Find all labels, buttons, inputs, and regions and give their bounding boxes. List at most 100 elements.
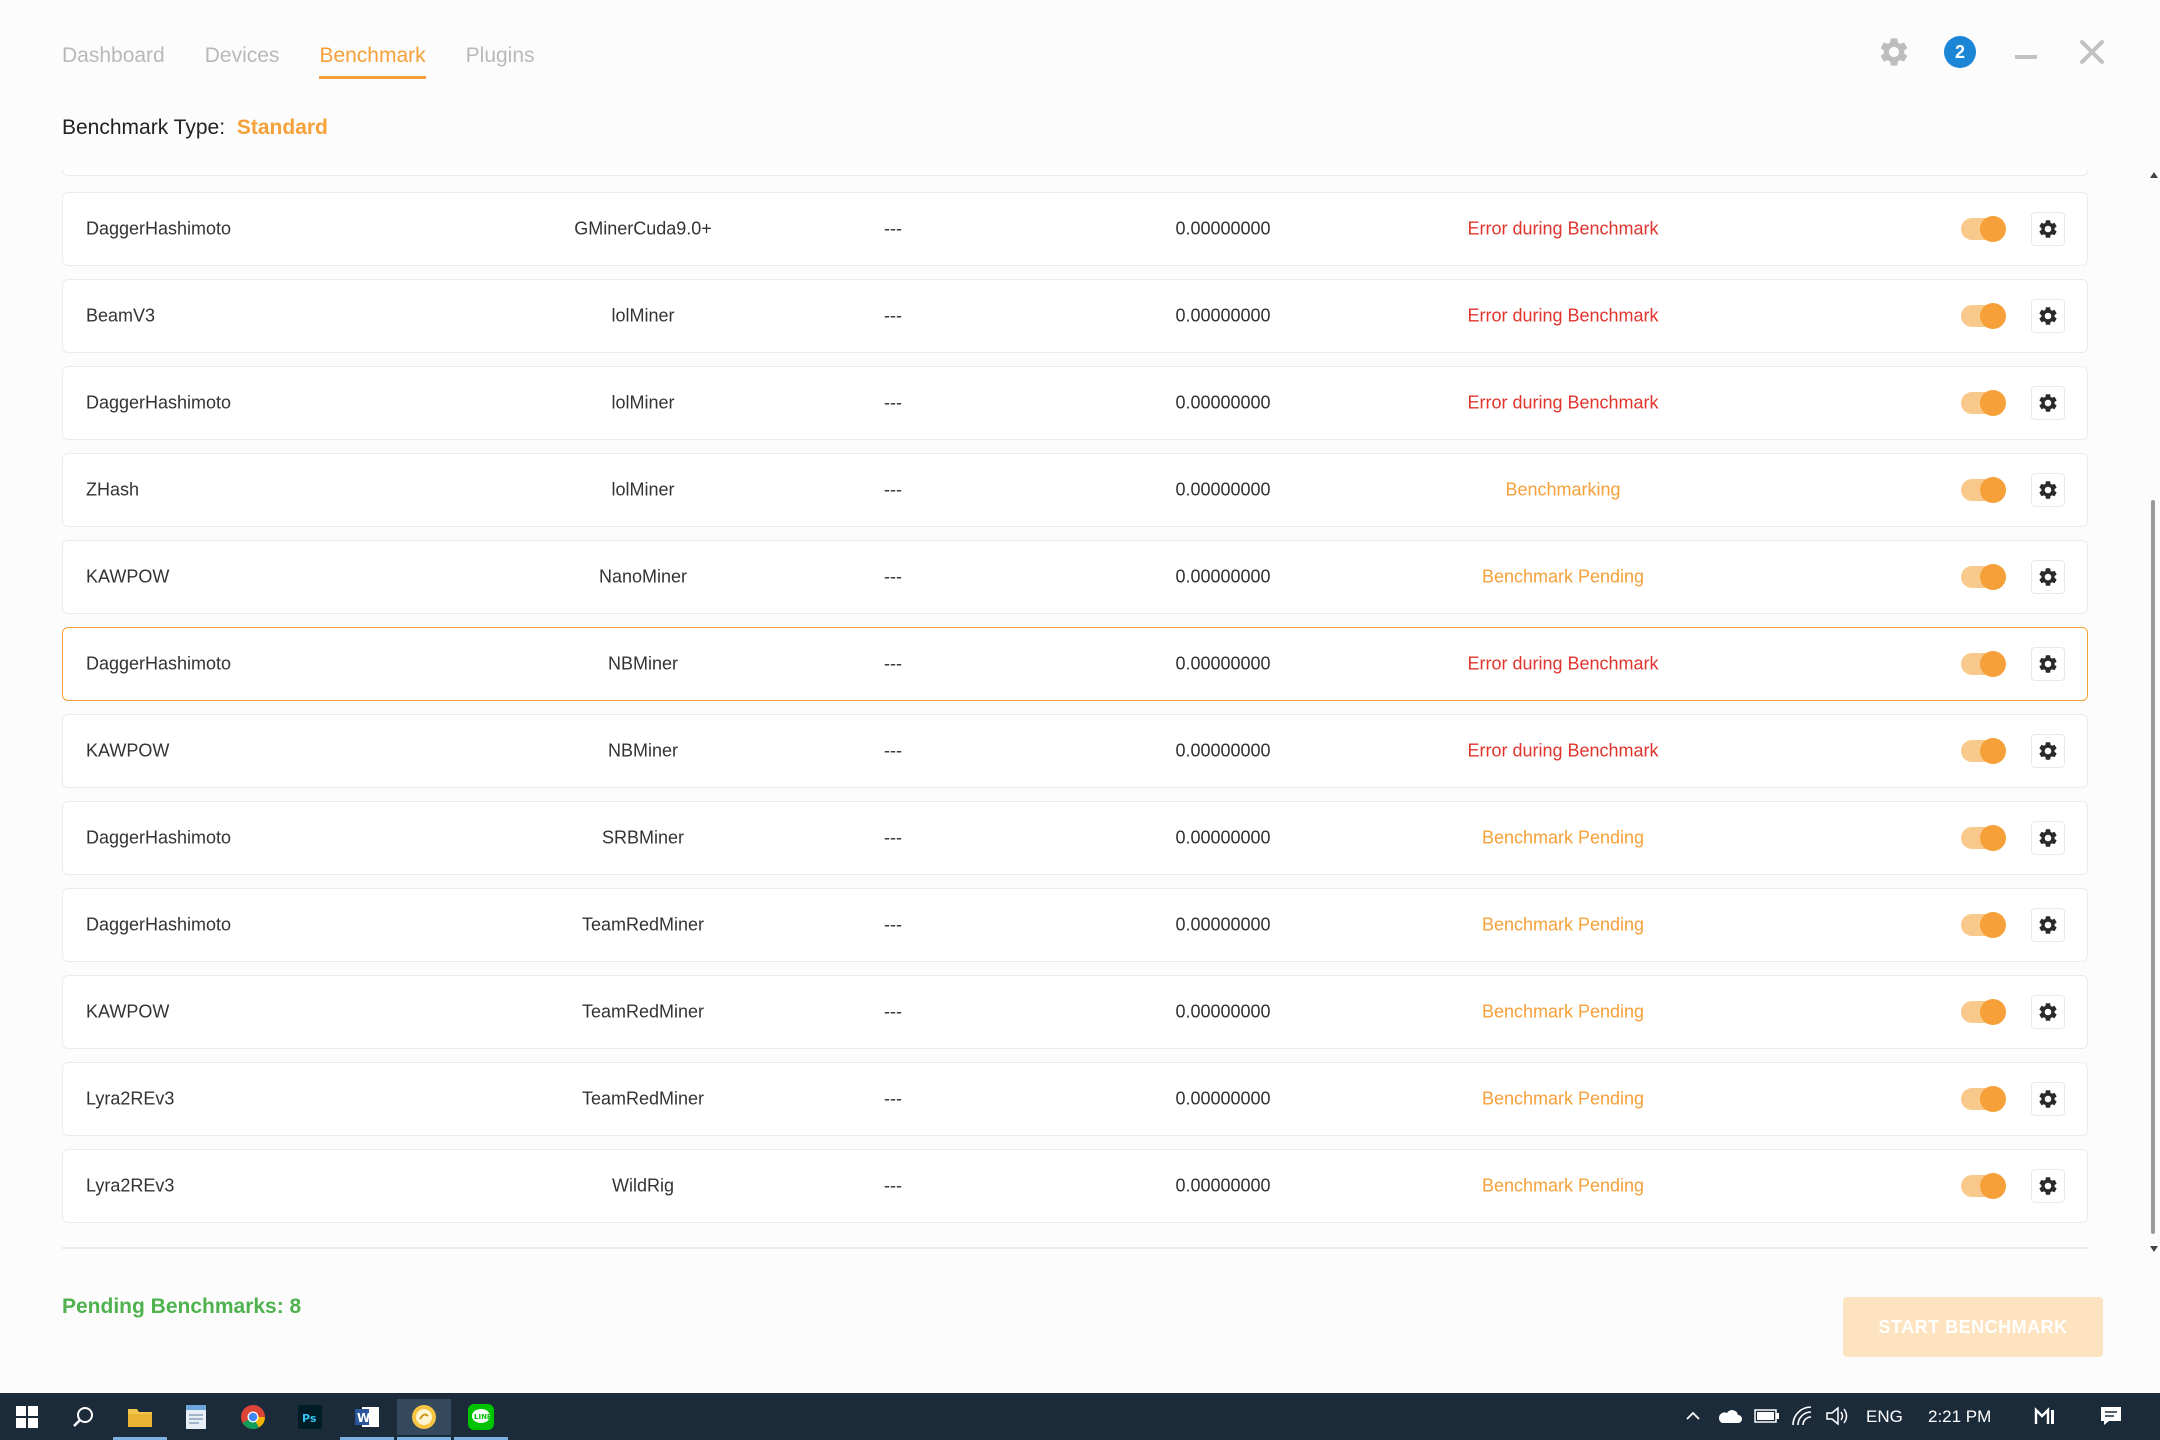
gear-icon: [2037, 566, 2059, 588]
table-row[interactable]: Lyra2REv3 WildRig --- 0.00000000 Benchmark P…: [62, 1149, 2088, 1223]
volume-icon[interactable]: [1824, 1403, 1850, 1429]
row-settings-button[interactable]: [2031, 1169, 2065, 1203]
notifications-button[interactable]: 2: [1940, 32, 1980, 72]
scroll-up-icon[interactable]: [2150, 172, 2158, 178]
taskbar-file-explorer[interactable]: [113, 1399, 167, 1440]
profit-cell: 0.00000000: [1175, 914, 1271, 935]
benchmark-type-value[interactable]: Standard: [237, 116, 328, 139]
gear-icon: [2037, 479, 2059, 501]
enable-toggle[interactable]: [1961, 477, 2006, 503]
minimize-button[interactable]: [2006, 32, 2046, 72]
enable-toggle[interactable]: [1961, 912, 2006, 938]
table-row[interactable]: DaggerHashimoto lolMiner --- 0.00000000 Erro…: [62, 366, 2088, 440]
enable-toggle[interactable]: [1961, 999, 2006, 1025]
row-settings-button[interactable]: [2031, 908, 2065, 942]
row-settings-button[interactable]: [2031, 212, 2065, 246]
line-icon: LINE: [468, 1404, 494, 1430]
algorithm-cell: KAWPOW: [86, 740, 170, 761]
miner-cell: TeamRedMiner: [581, 914, 705, 935]
speed-cell: ---: [884, 653, 902, 674]
table-row[interactable]: ZHash lolMiner --- 0.00000000 Benchmarking: [62, 453, 2088, 527]
speed-cell: ---: [884, 305, 902, 326]
clock[interactable]: 2:21 PM: [1928, 1393, 1991, 1440]
settings-button[interactable]: [1874, 32, 1914, 72]
toggle-knob: [1980, 999, 2006, 1025]
status-cell: Benchmark Pending: [1481, 566, 1645, 587]
row-settings-button[interactable]: [2031, 1082, 2065, 1116]
footer-divider: [62, 1247, 2088, 1249]
taskbar-chrome[interactable]: [226, 1399, 280, 1435]
enable-toggle[interactable]: [1961, 564, 2006, 590]
miner-cell: lolMiner: [611, 305, 675, 326]
status-cell: Benchmark Pending: [1481, 827, 1645, 848]
miner-cell: TeamRedMiner: [581, 1088, 705, 1109]
action-center-icon[interactable]: [2098, 1403, 2124, 1429]
tray-overflow-icon[interactable]: [1680, 1403, 1706, 1429]
tab-devices[interactable]: Devices: [205, 44, 280, 79]
table-row[interactable]: DaggerHashimoto NBMiner --- 0.00000000 Error…: [62, 627, 2088, 701]
speed-cell: ---: [884, 740, 902, 761]
enable-toggle[interactable]: [1961, 738, 2006, 764]
table-row[interactable]: KAWPOW NanoMiner --- 0.00000000 Benchmark Pe…: [62, 540, 2088, 614]
enable-toggle[interactable]: [1961, 825, 2006, 851]
start-button[interactable]: [0, 1399, 54, 1435]
algorithm-cell: BeamV3: [86, 305, 156, 326]
row-settings-button[interactable]: [2031, 995, 2065, 1029]
profit-cell: 0.00000000: [1175, 740, 1271, 761]
table-row[interactable]: KAWPOW TeamRedMiner --- 0.00000000 Benchmark…: [62, 975, 2088, 1049]
taskbar-nicehash[interactable]: [397, 1399, 451, 1440]
speed-cell: ---: [884, 479, 902, 500]
row-settings-button[interactable]: [2031, 734, 2065, 768]
status-cell: Error during Benchmark: [1467, 740, 1659, 761]
svg-text:Ps: Ps: [302, 1412, 317, 1425]
table-row[interactable]: KAWPOW NBMiner --- 0.00000000 Error during B…: [62, 714, 2088, 788]
enable-toggle[interactable]: [1961, 651, 2006, 677]
battery-icon[interactable]: [1754, 1403, 1780, 1429]
tab-benchmark[interactable]: Benchmark: [319, 44, 426, 79]
start-benchmark-button[interactable]: START BENCHMARK: [1843, 1297, 2103, 1357]
toggle-knob: [1980, 477, 2006, 503]
table-row[interactable]: BeamV3 lolMiner --- 0.00000000 Error during …: [62, 279, 2088, 353]
onedrive-icon[interactable]: [1716, 1403, 1742, 1429]
row-settings-button[interactable]: [2031, 647, 2065, 681]
taskbar-word[interactable]: W: [340, 1399, 394, 1440]
app-tray-icon[interactable]: [2032, 1403, 2058, 1429]
list-scrollbar[interactable]: [2148, 170, 2160, 1254]
taskbar-search-button[interactable]: [56, 1399, 110, 1435]
taskbar-notepad[interactable]: [169, 1399, 223, 1435]
row-settings-button[interactable]: [2031, 473, 2065, 507]
table-row[interactable]: DaggerHashimoto GMinerCuda9.0+ --- 0.000000…: [62, 192, 2088, 266]
status-cell: Error during Benchmark: [1467, 653, 1659, 674]
toggle-knob: [1980, 825, 2006, 851]
toggle-knob: [1980, 1086, 2006, 1112]
toggle-knob: [1980, 738, 2006, 764]
toggle-knob: [1980, 912, 2006, 938]
miner-cell: lolMiner: [611, 392, 675, 413]
enable-toggle[interactable]: [1961, 303, 2006, 329]
tab-dashboard[interactable]: Dashboard: [62, 44, 165, 79]
enable-toggle[interactable]: [1961, 216, 2006, 242]
folder-icon: [128, 1409, 152, 1427]
row-settings-button[interactable]: [2031, 299, 2065, 333]
row-settings-button[interactable]: [2031, 560, 2065, 594]
profit-cell: 0.00000000: [1175, 305, 1271, 326]
table-row[interactable]: DaggerHashimoto SRBMiner --- 0.00000000 Benc…: [62, 801, 2088, 875]
table-row[interactable]: Lyra2REv3 TeamRedMiner --- 0.00000000 Benchm…: [62, 1062, 2088, 1136]
taskbar-photoshop[interactable]: Ps: [283, 1399, 337, 1435]
gear-icon: [1880, 38, 1908, 66]
pending-benchmarks-count: Pending Benchmarks: 8: [62, 1295, 302, 1318]
table-row[interactable]: DaggerHashimoto TeamRedMiner --- 0.00000000…: [62, 888, 2088, 962]
language-indicator[interactable]: ENG: [1866, 1393, 1903, 1440]
miner-cell: GMinerCuda9.0+: [574, 218, 712, 239]
enable-toggle[interactable]: [1961, 390, 2006, 416]
row-settings-button[interactable]: [2031, 821, 2065, 855]
taskbar-line[interactable]: LINE: [454, 1399, 508, 1440]
tab-plugins[interactable]: Plugins: [466, 44, 535, 79]
scrollbar-thumb[interactable]: [2151, 500, 2155, 1234]
row-settings-button[interactable]: [2031, 386, 2065, 420]
enable-toggle[interactable]: [1961, 1173, 2006, 1199]
scroll-down-icon[interactable]: [2150, 1246, 2158, 1252]
wifi-icon[interactable]: [1790, 1403, 1816, 1429]
close-button[interactable]: [2072, 32, 2112, 72]
enable-toggle[interactable]: [1961, 1086, 2006, 1112]
